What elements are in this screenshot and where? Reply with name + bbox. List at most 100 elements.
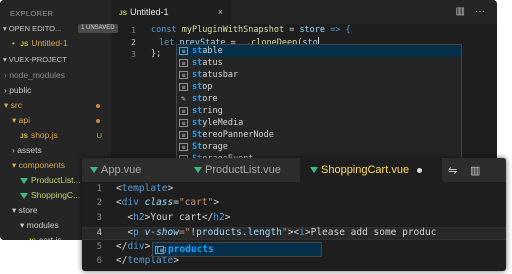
tree-item[interactable]: JS shop.js: [20, 129, 58, 142]
open-editors-section[interactable]: ▾ OPEN EDITO... 1 UNSAVED: [3, 22, 118, 35]
variable-icon: [≡]: [155, 245, 167, 254]
vue-file-icon: [20, 177, 28, 184]
bracket: >: [167, 183, 174, 194]
line-number: 6: [96, 256, 102, 266]
suggestion-item[interactable]: ≡ stop: [177, 81, 461, 93]
suggestion-match: st: [192, 118, 203, 128]
open-editor-label: Untitled-1: [31, 38, 68, 48]
code-line-3: <h2>Your cart</h2>: [116, 212, 230, 223]
vue-file-icon: [90, 167, 98, 174]
directive: v-show: [144, 227, 179, 238]
tree-item[interactable]: JScart.js: [28, 234, 62, 240]
variable-icon: ≡: [179, 70, 188, 79]
suggestion-item[interactable]: ≡ stable: [177, 45, 461, 57]
line-number: 3: [96, 213, 102, 223]
code-line-2: <div class="cart">: [116, 197, 219, 208]
suggestion-rest: atus: [202, 58, 223, 68]
equals: =": [178, 227, 191, 238]
code-line-5: </div>: [116, 241, 150, 252]
suggestion-match: st: [192, 70, 203, 80]
bracket: <: [116, 227, 134, 238]
code-line-4: <p v-show="!products.length"><i>Please a…: [116, 227, 436, 238]
tree-item[interactable]: ▾ src: [4, 99, 22, 112]
tree-item-label: store: [18, 205, 38, 215]
keyword: let: [159, 38, 175, 48]
close-icon[interactable]: •: [12, 38, 15, 48]
open-editors-label: ▾ OPEN EDITO...: [3, 24, 62, 33]
git-modified-dot-icon: [96, 104, 100, 108]
js-file-icon: JS: [20, 133, 28, 140]
tab-untitled-1[interactable]: JS Untitled-1 ×: [111, 0, 231, 24]
tree-item[interactable]: › assets: [12, 144, 42, 157]
tree-item[interactable]: ProductList...: [20, 174, 81, 187]
tab-label: App.vue: [101, 164, 142, 176]
tree-item[interactable]: ShoppingC...: [20, 189, 80, 202]
unsaved-dot-icon[interactable]: [417, 167, 423, 173]
suggestion-item[interactable]: ≡ status: [177, 57, 461, 69]
operator: =: [284, 25, 300, 35]
tree-item-label: cart.js: [38, 235, 62, 240]
line-number: 1: [96, 184, 102, 194]
split-editor-icon[interactable]: ▥: [456, 6, 465, 17]
code-editor[interactable]: 1 2 3 4 5 6 <template> <div class="cart"…: [82, 182, 506, 271]
suggestion-label: products: [168, 244, 214, 255]
suggestion-match: St: [192, 130, 203, 140]
tree-item-label: shop.js: [30, 130, 58, 140]
tree-item-label: modules: [26, 220, 59, 230]
tag-name: p: [133, 227, 139, 238]
line-number: 3: [131, 50, 136, 59]
suggestion-item[interactable]: ≡ Storage: [177, 141, 461, 153]
suggestion-item[interactable]: ≡ StereoPannerNode: [177, 129, 461, 141]
tree-item[interactable]: › public: [4, 84, 31, 97]
tree-item[interactable]: ▾ store: [12, 204, 38, 217]
suggestion-item[interactable]: [≡]products: [153, 243, 321, 256]
wrench-icon: ✎: [181, 93, 186, 103]
tab-shoppingcart-vue[interactable]: ShoppingCart.vue: [300, 158, 442, 182]
suggestion-widget: ≡ stable ≡ status ≡ statusbar ≡ stop ✎ store ≡ stri…: [176, 44, 462, 162]
line-number: 1: [131, 26, 136, 35]
line-number: 2: [131, 38, 136, 47]
bracket: </: [116, 241, 128, 252]
explorer-title: EXPLORER: [10, 9, 54, 18]
chevron-down-icon: ▾: [20, 220, 27, 230]
code-line-3: };: [151, 49, 162, 59]
suggestion-widget: [≡]products: [152, 242, 322, 257]
tree-item[interactable]: › node_modules: [4, 69, 65, 82]
project-section[interactable]: ▾ VUEX-PROJECT: [3, 53, 67, 66]
suggestion-item[interactable]: ≡ styleMedia: [177, 117, 461, 129]
arrow: => {: [325, 25, 351, 35]
bracket: </: [201, 212, 214, 223]
tab-bar: JS Untitled-1 × ▥ ···: [111, 0, 497, 24]
suggestion-match: st: [192, 82, 203, 92]
suggestion-rest: ereoPannerNode: [202, 130, 274, 140]
chevron-down-icon: ▾: [4, 100, 11, 110]
variable-icon: ≡: [179, 118, 188, 127]
suggestion-rest: ore: [202, 94, 218, 104]
tab-label: ProductList.vue: [205, 164, 281, 176]
tree-item-label: public: [9, 85, 32, 95]
git-untracked-badge: U: [96, 131, 102, 140]
tab-productlist-vue[interactable]: ProductList.vue: [180, 158, 300, 182]
tree-item[interactable]: ▾ components: [12, 159, 65, 172]
tab-app-vue[interactable]: App.vue: [82, 158, 180, 182]
tree-item[interactable]: ▾ api: [12, 114, 30, 127]
more-icon[interactable]: ···: [475, 6, 485, 17]
expression: !products.length: [190, 227, 282, 238]
compare-icon[interactable]: ⇋: [448, 164, 457, 177]
open-editor-item[interactable]: • JS Untitled-1: [12, 37, 68, 50]
tree-item[interactable]: ▾ modules: [20, 219, 59, 232]
tree-item-label: ShoppingC...: [31, 190, 81, 200]
suggestion-rest: orage: [202, 142, 228, 152]
split-editor-icon[interactable]: ▥: [470, 164, 480, 177]
param: store: [299, 25, 326, 35]
variable-icon: ≡: [179, 46, 188, 55]
line-number: 4: [96, 228, 102, 238]
close-tab-icon[interactable]: ×: [218, 0, 223, 24]
bracket: </: [116, 255, 128, 266]
suggestion-item[interactable]: ≡ statusbar: [177, 69, 461, 81]
tab-bar: App.vue ProductList.vue ShoppingCart.vue…: [82, 158, 506, 182]
chevron-down-icon: ▾: [12, 205, 19, 215]
vue-file-icon: [20, 192, 28, 199]
suggestion-item[interactable]: ≡ string: [177, 105, 461, 117]
suggestion-item[interactable]: ✎ store: [177, 93, 461, 105]
